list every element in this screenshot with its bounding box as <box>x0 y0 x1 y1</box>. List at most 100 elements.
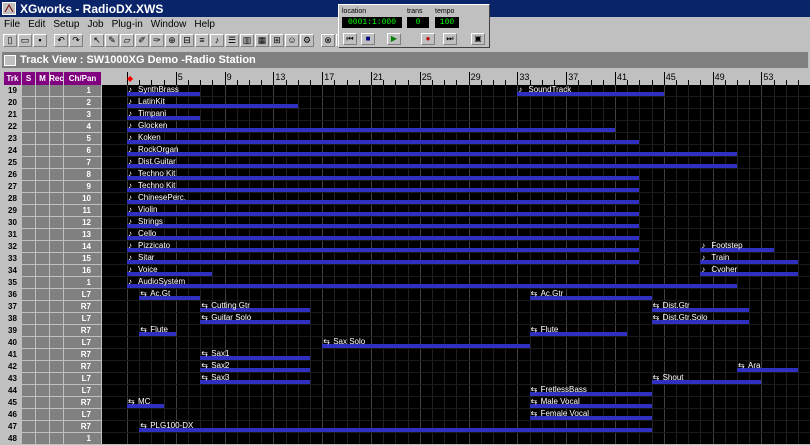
clip-audio[interactable]: ⇆ Ac.Gtr <box>529 289 652 300</box>
track-row[interactable]: 21 3 <box>4 109 102 121</box>
trans-display[interactable]: 0 <box>407 17 429 28</box>
stop-button[interactable]: ■ <box>361 33 375 45</box>
loop-button[interactable]: ▣ <box>471 33 485 45</box>
undo-icon[interactable]: ↶ <box>54 33 68 47</box>
clip-midi[interactable]: ♪ Koken <box>127 133 640 144</box>
channel-pan[interactable]: R7 <box>64 361 102 372</box>
mute-toggle[interactable] <box>36 157 50 168</box>
track-row[interactable]: 25 7 <box>4 157 102 169</box>
track-row[interactable]: 41 R7 <box>4 349 102 361</box>
clip-midi[interactable]: ♪ Train <box>700 253 798 264</box>
mute-toggle[interactable] <box>36 109 50 120</box>
zoom-icon[interactable]: ⊕ <box>165 33 179 47</box>
mute-toggle[interactable] <box>36 421 50 432</box>
song-position-marker[interactable]: ◆ <box>127 74 133 83</box>
clip-audio[interactable]: ⇆ Flute <box>139 325 176 336</box>
mix-icon[interactable]: ≡ <box>195 33 209 47</box>
mute-toggle[interactable] <box>36 193 50 204</box>
track-row[interactable]: 36 L7 <box>4 289 102 301</box>
redo-icon[interactable]: ↷ <box>69 33 83 47</box>
track-row[interactable]: 28 10 <box>4 193 102 205</box>
track-row[interactable]: 47 R7 <box>4 421 102 433</box>
solo-toggle[interactable] <box>22 193 36 204</box>
channel-pan[interactable]: 15 <box>64 253 102 264</box>
clip-audio[interactable]: ⇆ MC <box>127 397 164 408</box>
solo-toggle[interactable] <box>22 421 36 432</box>
channel-pan[interactable]: R7 <box>64 397 102 408</box>
solo-toggle[interactable] <box>22 301 36 312</box>
solo-toggle[interactable] <box>22 349 36 360</box>
track-row[interactable]: 26 8 <box>4 169 102 181</box>
clip-midi[interactable]: ♪ SoundTrack <box>517 85 664 96</box>
rec-toggle[interactable] <box>50 325 64 336</box>
mute-toggle[interactable] <box>36 97 50 108</box>
solo-toggle[interactable] <box>22 265 36 276</box>
rec-toggle[interactable] <box>50 97 64 108</box>
solo-toggle[interactable] <box>22 181 36 192</box>
mute-toggle[interactable] <box>36 409 50 420</box>
solo-toggle[interactable] <box>22 169 36 180</box>
clip-audio[interactable]: ⇆ Dist.Gtr <box>651 301 750 312</box>
save-icon[interactable]: ▪ <box>33 33 47 47</box>
solo-toggle[interactable] <box>22 109 36 120</box>
clip-midi[interactable]: ♪ Pizzicato <box>127 241 640 252</box>
clip-midi[interactable]: ♪ ChinesePerc. <box>127 193 640 204</box>
channel-pan[interactable]: L7 <box>64 289 102 300</box>
rec-toggle[interactable] <box>50 337 64 348</box>
solo-toggle[interactable] <box>22 121 36 132</box>
channel-pan[interactable]: 8 <box>64 169 102 180</box>
track-row[interactable]: 27 9 <box>4 181 102 193</box>
mute-toggle[interactable] <box>36 253 50 264</box>
channel-pan[interactable]: 16 <box>64 265 102 276</box>
mute-toggle[interactable] <box>36 169 50 180</box>
track-row[interactable]: 45 R7 <box>4 397 102 409</box>
clip-audio[interactable]: ⇆ PLG100-DX <box>139 421 652 432</box>
mute-toggle[interactable] <box>36 265 50 276</box>
mute-toggle[interactable] <box>36 373 50 384</box>
rec-toggle[interactable] <box>50 433 64 444</box>
channel-pan[interactable]: 4 <box>64 121 102 132</box>
mute-toggle[interactable] <box>36 181 50 192</box>
mute-toggle[interactable] <box>36 205 50 216</box>
solo-toggle[interactable] <box>22 97 36 108</box>
clip-midi[interactable]: ♪ LatinKit <box>127 97 298 108</box>
channel-pan[interactable]: 14 <box>64 241 102 252</box>
rec-toggle[interactable] <box>50 241 64 252</box>
list-icon[interactable]: ☰ <box>225 33 239 47</box>
track-row[interactable]: 38 L7 <box>4 313 102 325</box>
mixer-icon[interactable]: ⊞ <box>270 33 284 47</box>
rec-toggle[interactable] <box>50 397 64 408</box>
grid-icon[interactable]: ▦ <box>255 33 269 47</box>
solo-toggle[interactable] <box>22 205 36 216</box>
solo-toggle[interactable] <box>22 361 36 372</box>
track-row[interactable]: 37 R7 <box>4 301 102 313</box>
track-row[interactable]: 46 L7 <box>4 409 102 421</box>
rec-toggle[interactable] <box>50 265 64 276</box>
clip-midi[interactable]: ♪ Sitar <box>127 253 640 264</box>
channel-pan[interactable]: 2 <box>64 97 102 108</box>
mute-toggle[interactable] <box>36 313 50 324</box>
clip-audio[interactable]: ⇆ Sax3 <box>200 373 310 384</box>
solo-toggle[interactable] <box>22 325 36 336</box>
pencil-icon[interactable]: ✎ <box>105 33 119 47</box>
mute-toggle[interactable] <box>36 277 50 288</box>
open-icon[interactable]: ▭ <box>18 33 32 47</box>
channel-pan[interactable]: L7 <box>64 385 102 396</box>
mute-toggle[interactable] <box>36 217 50 228</box>
track-row[interactable]: 43 L7 <box>4 373 102 385</box>
menu-item-5[interactable]: Window <box>147 19 191 30</box>
clip-audio[interactable]: ⇆ Sax1 <box>200 349 310 360</box>
clip-audio[interactable]: ⇆ Male Vocal <box>529 397 652 408</box>
clip-audio[interactable]: ⇆ Sax2 <box>200 361 310 372</box>
track-row[interactable]: 23 5 <box>4 133 102 145</box>
rec-toggle[interactable] <box>50 157 64 168</box>
channel-pan[interactable]: 1 <box>64 277 102 288</box>
track-view-icon[interactable] <box>4 54 16 66</box>
mute-toggle[interactable] <box>36 133 50 144</box>
fast-forward-button[interactable]: ⏭ <box>443 33 457 45</box>
track-row[interactable]: 40 L7 <box>4 337 102 349</box>
rec-toggle[interactable] <box>50 277 64 288</box>
channel-pan[interactable]: L7 <box>64 313 102 324</box>
pointer-icon[interactable]: ↖ <box>90 33 104 47</box>
rec-toggle[interactable] <box>50 121 64 132</box>
